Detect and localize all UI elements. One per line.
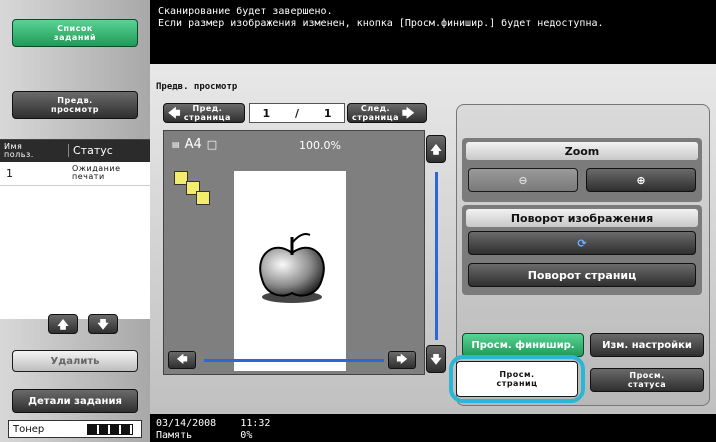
page-current: 1 <box>262 106 271 120</box>
row-status: Ожидание печати <box>72 164 121 181</box>
rotate-pages-button[interactable]: Поворот страниц <box>468 263 696 287</box>
status-time: 11:32 <box>240 418 271 429</box>
vertical-scroll-track[interactable] <box>435 172 438 340</box>
toner-indicator: Тонер <box>8 420 142 438</box>
zoom-percent: 100.0% <box>299 139 341 152</box>
zoom-in-icon: ⊕ <box>636 173 646 187</box>
header-status: Статус <box>68 144 113 157</box>
orientation-icon: □ <box>206 138 218 151</box>
rotate-image-button[interactable]: ⟳ <box>468 231 696 255</box>
toner-label: Тонер <box>13 423 45 435</box>
horizontal-scroll-track[interactable] <box>204 359 384 362</box>
page-total: 1 <box>323 106 332 120</box>
status-line-1: 03/14/2008 11:32 <box>156 418 710 430</box>
zoom-group: Zoom ⊖ ⊕ <box>462 138 702 202</box>
memory-label: Память <box>156 430 193 441</box>
delete-button[interactable]: Удалить <box>12 350 138 372</box>
scroll-down-button[interactable]: 🡇 <box>88 314 118 334</box>
rotate-group: Поворот изображения ⟳ Поворот страниц <box>462 205 702 295</box>
table-row[interactable]: 1 Ожидание печати <box>0 162 150 186</box>
paper-size-indicator: ▤ A4 □ <box>172 137 217 152</box>
arrow-down-icon: 🡇 <box>430 352 442 366</box>
next-page-label: След. страница <box>352 104 399 122</box>
paper-size: A4 <box>184 137 202 152</box>
message-bar: Сканирование будет завершено. Если разме… <box>150 0 716 64</box>
arrow-right-icon: 🡆 <box>401 105 415 120</box>
change-settings-button[interactable]: Изм. настройки <box>590 333 704 357</box>
zoom-out-icon: ⊖ <box>518 173 528 187</box>
vertical-scroll-down-button[interactable]: 🡇 <box>426 345 446 373</box>
view-status-button[interactable]: Просм. статуса <box>590 368 704 392</box>
preview-button[interactable]: Предв. просмотр <box>12 91 138 119</box>
status-date: 03/14/2008 <box>156 418 217 429</box>
arrow-left-icon: 🡄 <box>168 105 181 120</box>
job-details-button[interactable]: Детали задания <box>12 389 138 413</box>
message-line-1: Сканирование будет завершено. <box>158 6 333 17</box>
table-header: Имя польз. Статус <box>0 140 150 162</box>
jobs-list-button[interactable]: Список заданий <box>12 19 138 47</box>
job-table: Имя польз. Статус 1 Ожидание печати <box>0 139 150 319</box>
memory-value: 0% <box>240 430 253 441</box>
message-line-2: Если размер изображения изменен, кнопка … <box>158 18 604 29</box>
horizontal-scroll-right-button[interactable]: 🡆 <box>388 351 416 369</box>
rotate-title: Поворот изображения <box>466 209 698 227</box>
prev-page-label: Пред. страница <box>183 104 231 122</box>
zoom-in-button[interactable]: ⊕ <box>586 168 696 192</box>
header-user: Имя польз. <box>4 142 34 159</box>
finishing-view-button[interactable]: Просм. финишир. <box>462 333 584 357</box>
layout-icon <box>174 171 210 205</box>
apple-image <box>259 233 325 303</box>
preview-area: ▤ A4 □ 100.0% 🡄 🡆 <box>163 130 425 375</box>
arrow-up-icon: 🡅 <box>430 142 442 156</box>
view-pages-button[interactable]: Просм. страниц <box>456 361 578 397</box>
toner-level-bar <box>87 424 133 435</box>
preview-title: Предв. просмотр <box>156 82 238 92</box>
arrow-up-icon: 🡅 <box>57 317 69 331</box>
arrow-down-icon: 🡇 <box>97 317 109 331</box>
page-thumbnail <box>234 171 346 371</box>
zoom-out-button[interactable]: ⊖ <box>468 168 578 192</box>
page-counter: 1 / 1 <box>249 103 345 123</box>
rotate-icon: ⟳ <box>577 236 587 250</box>
page-separator: / <box>294 106 299 120</box>
scroll-up-button[interactable]: 🡅 <box>48 314 78 334</box>
horizontal-scroll-left-button[interactable]: 🡄 <box>168 351 196 369</box>
next-page-button[interactable]: След. страница 🡆 <box>347 103 427 123</box>
document-icon: ▤ <box>172 140 180 149</box>
status-line-2: Память 0% <box>156 430 710 442</box>
row-user: 1 <box>6 167 13 180</box>
zoom-title: Zoom <box>466 142 698 160</box>
vertical-scroll-up-button[interactable]: 🡅 <box>426 135 446 163</box>
status-bar: 03/14/2008 11:32 Память 0% <box>150 414 716 442</box>
prev-page-button[interactable]: 🡄 Пред. страница <box>163 103 245 123</box>
